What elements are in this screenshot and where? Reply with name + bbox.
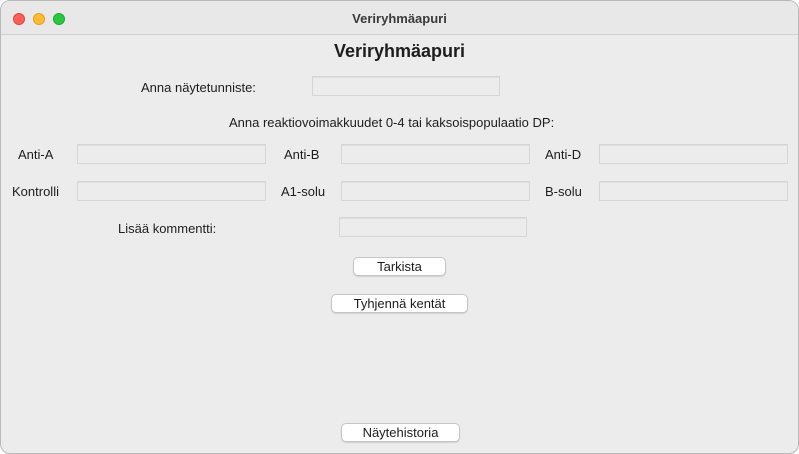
anti-b-input[interactable] xyxy=(341,144,530,164)
title-bar: Veriryhmäapuri xyxy=(1,1,798,35)
clear-fields-button[interactable]: Tyhjennä kentät xyxy=(331,294,468,313)
comment-label: Lisää kommentti: xyxy=(118,221,217,236)
anti-a-label: Anti-A xyxy=(18,147,54,162)
kontrolli-input[interactable] xyxy=(77,181,266,201)
anti-b-label: Anti-B xyxy=(284,147,320,162)
window-title: Veriryhmäapuri xyxy=(352,11,447,26)
main-content: Veriryhmäapuri Anna näytetunniste: Anna … xyxy=(1,35,798,453)
instruction-text: Anna reaktiovoimakkuudet 0-4 tai kaksois… xyxy=(229,115,555,130)
kontrolli-label: Kontrolli xyxy=(12,184,59,199)
anti-a-input[interactable] xyxy=(77,144,266,164)
sample-id-input[interactable] xyxy=(312,76,500,96)
anti-d-label: Anti-D xyxy=(545,147,582,162)
anti-d-input[interactable] xyxy=(599,144,788,164)
a1-solu-input[interactable] xyxy=(341,181,530,201)
app-window: Veriryhmäapuri Veriryhmäapuri Anna näyte… xyxy=(0,0,799,454)
a1-solu-label: A1-solu xyxy=(281,184,326,199)
check-button[interactable]: Tarkista xyxy=(353,257,446,276)
page-title: Veriryhmäapuri xyxy=(333,41,466,61)
sample-id-label: Anna näytetunniste: xyxy=(141,80,256,95)
b-solu-label: B-solu xyxy=(545,184,582,199)
sample-history-button[interactable]: Näytehistoria xyxy=(341,423,460,442)
comment-input[interactable] xyxy=(339,217,527,237)
b-solu-input[interactable] xyxy=(599,181,788,201)
